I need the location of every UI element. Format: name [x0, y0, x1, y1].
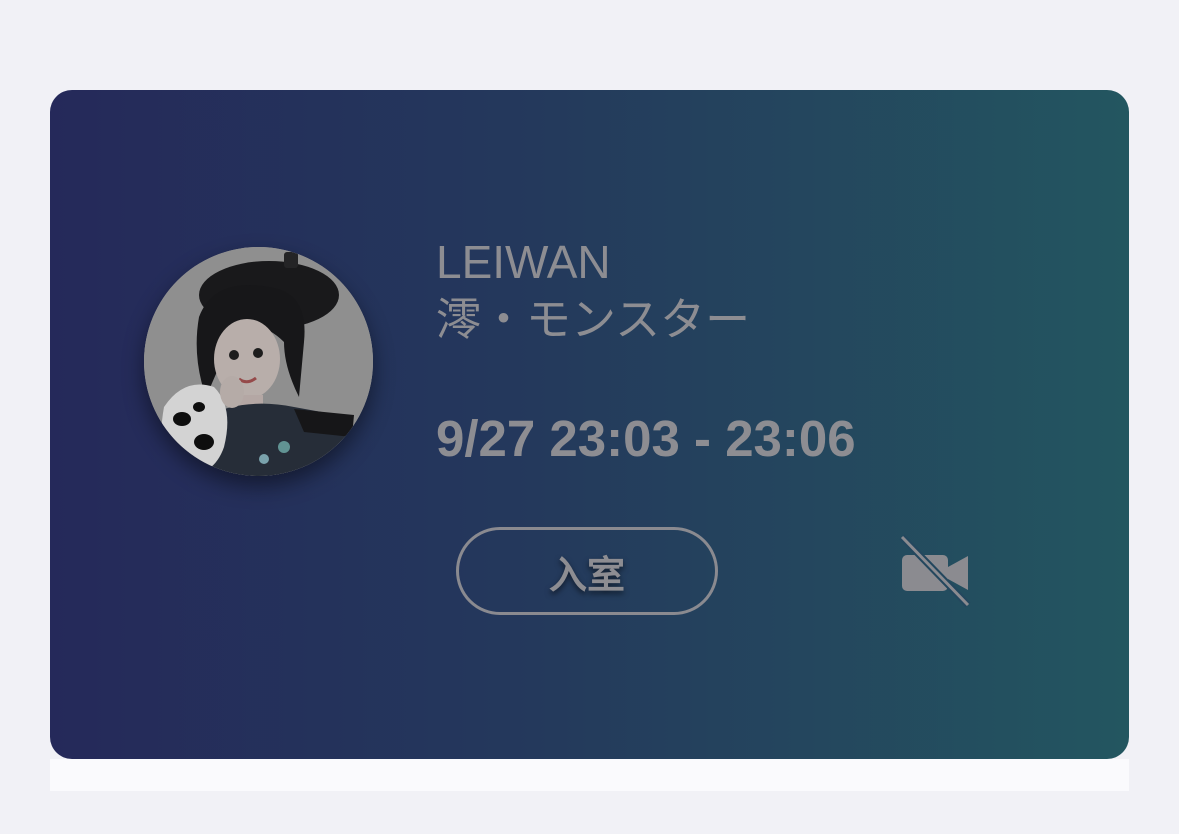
enter-room-button[interactable]: 入室 [456, 527, 718, 615]
performer-name: LEIWAN [436, 236, 611, 288]
group-name: 澪・モンスター [436, 293, 751, 346]
video-camera-off-icon[interactable] [896, 533, 976, 613]
list-footer-strip [50, 759, 1129, 791]
session-time-range: 9/27 23:03 - 23:06 [436, 410, 856, 467]
session-card: LEIWAN 澪・モンスター 9/27 23:03 - 23:06 入室 [50, 90, 1129, 759]
performer-avatar-image [144, 247, 373, 476]
avatar [144, 247, 373, 476]
